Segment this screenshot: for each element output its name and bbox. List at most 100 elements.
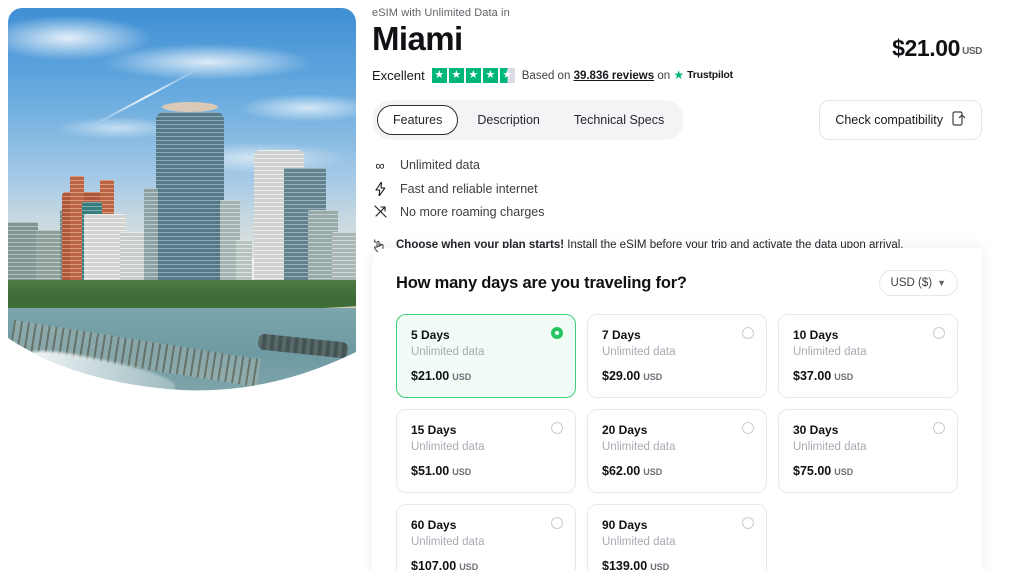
plan-radio[interactable] <box>742 327 754 339</box>
plan-sub: Unlimited data <box>411 441 485 453</box>
plan-price-currency: USD <box>452 467 472 477</box>
plans-panel-header: How many days are you traveling for? USD… <box>396 270 958 296</box>
plan-price: $139.00 USD <box>602 559 752 570</box>
feature-label: Fast and reliable internet <box>400 181 538 196</box>
plan-sub: Unlimited data <box>793 346 867 358</box>
plan-radio-selected[interactable] <box>551 327 563 339</box>
star-rating: ★ ★ ★ ★ ★ <box>431 67 515 83</box>
based-on-text: Based on <box>521 70 571 83</box>
plan-sub: Unlimited data <box>602 536 676 548</box>
eyebrow-text: eSIM with Unlimited Data in <box>372 7 510 19</box>
plan-radio[interactable] <box>933 422 945 434</box>
plan-card-90-days[interactable]: 90 Days Unlimited data $139.00 USD <box>587 504 767 570</box>
plan-card-7-days[interactable]: 7 Days Unlimited data $29.00 USD <box>587 314 767 398</box>
product-page: eSIM with Unlimited Data in Miami Excell… <box>0 0 1024 570</box>
plan-sub: Unlimited data <box>793 441 867 453</box>
plan-price-value: $21.00 <box>411 369 450 383</box>
check-compatibility-label: Check compatibility <box>835 112 943 127</box>
plan-price-value: $107.00 <box>411 559 457 570</box>
trustpilot-logo[interactable]: ★ Trustpilot <box>673 68 733 82</box>
plan-price: $62.00 USD <box>602 464 752 478</box>
plan-days: 10 Days <box>793 328 839 342</box>
plan-price-value: $29.00 <box>602 369 641 383</box>
plan-days: 60 Days <box>411 518 457 532</box>
tab-technical-specs[interactable]: Technical Specs <box>559 106 679 134</box>
plan-card-5-days[interactable]: 5 Days Unlimited data $21.00 USD <box>396 314 576 398</box>
chevron-down-icon: ▼ <box>937 278 946 288</box>
plan-sub: Unlimited data <box>411 346 485 358</box>
plan-days: 20 Days <box>602 423 648 437</box>
rating-label: Excellent <box>372 67 425 83</box>
plan-price-value: $37.00 <box>793 369 832 383</box>
plan-price: $51.00 USD <box>411 464 561 478</box>
trustpilot-rating: Excellent ★ ★ ★ ★ ★ Based on 39.836 revi… <box>372 67 733 83</box>
plan-days: 5 Days <box>411 328 450 342</box>
device-check-icon <box>952 111 966 129</box>
plan-radio[interactable] <box>551 517 563 529</box>
trustpilot-star-icon: ★ <box>673 68 685 83</box>
no-roaming-icon <box>372 205 388 219</box>
plan-sub: Unlimited data <box>411 536 485 548</box>
tab-bar: Features Description Technical Specs <box>372 99 685 140</box>
infinity-icon: ∞ <box>375 157 385 173</box>
plan-price-value: $139.00 <box>602 559 648 570</box>
on-word: on <box>657 70 671 83</box>
feature-label: Unlimited data <box>400 158 480 173</box>
plan-card-10-days[interactable]: 10 Days Unlimited data $37.00 USD <box>778 314 958 398</box>
tabs-toolbar: Features Description Technical Specs Che… <box>372 99 1024 140</box>
check-compatibility-button[interactable]: Check compatibility <box>819 99 982 140</box>
headline-price-currency: USD <box>962 46 982 57</box>
plan-card-60-days[interactable]: 60 Days Unlimited data $107.00 USD <box>396 504 576 570</box>
tab-features[interactable]: Features <box>377 104 459 135</box>
currency-selector-label: USD ($) <box>890 277 933 289</box>
tab-description[interactable]: Description <box>462 106 555 134</box>
lightning-bolt-icon <box>372 181 388 196</box>
boat <box>30 357 40 364</box>
star-icon: ★ <box>431 67 447 83</box>
plan-price-value: $62.00 <box>602 464 641 478</box>
headline-price: $21.00 USD <box>892 35 982 62</box>
plan-price-currency: USD <box>452 372 472 382</box>
list-item: Fast and reliable internet <box>372 181 1024 196</box>
plan-sub: Unlimited data <box>602 346 676 358</box>
plan-price: $107.00 USD <box>411 559 561 570</box>
plan-radio[interactable] <box>742 422 754 434</box>
plan-price-currency: USD <box>834 372 854 382</box>
plan-grid: 5 Days Unlimited data $21.00 USD 7 Days U… <box>396 314 958 570</box>
plan-days: 7 Days <box>602 328 641 342</box>
plan-price-currency: USD <box>834 467 854 477</box>
plan-card-15-days[interactable]: 15 Days Unlimited data $51.00 USD <box>396 409 576 493</box>
plans-panel-title: How many days are you traveling for? <box>396 273 687 292</box>
plan-price: $21.00 USD <box>411 369 561 383</box>
reviews-count-link[interactable]: 39.836 reviews <box>574 70 655 82</box>
building <box>8 222 38 288</box>
plan-radio[interactable] <box>742 517 754 529</box>
plan-price-value: $51.00 <box>411 464 450 478</box>
product-details: eSIM with Unlimited Data in Miami Excell… <box>372 0 1024 570</box>
plan-price-currency: USD <box>643 467 663 477</box>
headline-price-value: $21.00 <box>892 35 961 61</box>
plan-days: 15 Days <box>411 423 457 437</box>
plan-price-value: $75.00 <box>793 464 832 478</box>
star-icon: ★ <box>448 67 464 83</box>
page-title: Miami <box>372 20 463 57</box>
feature-label: No more roaming charges <box>400 204 545 219</box>
list-item: ∞ Unlimited data <box>372 158 1024 173</box>
plan-price-currency: USD <box>643 372 663 382</box>
tower-crown <box>162 102 218 112</box>
building-main-tower <box>156 112 224 288</box>
title-price-row: Miami Excellent ★ ★ ★ ★ ★ Based on 39.83… <box>372 19 1024 83</box>
plan-days: 30 Days <box>793 423 839 437</box>
plan-price: $29.00 USD <box>602 369 752 383</box>
plan-radio[interactable] <box>551 422 563 434</box>
currency-selector[interactable]: USD ($) ▼ <box>878 270 958 296</box>
star-half-icon: ★ <box>499 67 515 83</box>
plan-radio[interactable] <box>933 327 945 339</box>
plan-sub: Unlimited data <box>602 441 676 453</box>
trustpilot-name: Trustpilot <box>687 69 733 82</box>
feature-list: ∞ Unlimited data Fast and reliable inter… <box>372 158 1024 219</box>
plan-price: $75.00 USD <box>793 464 943 478</box>
hero-image-wave-clip <box>8 8 356 420</box>
plan-card-30-days[interactable]: 30 Days Unlimited data $75.00 USD <box>778 409 958 493</box>
plan-card-20-days[interactable]: 20 Days Unlimited data $62.00 USD <box>587 409 767 493</box>
